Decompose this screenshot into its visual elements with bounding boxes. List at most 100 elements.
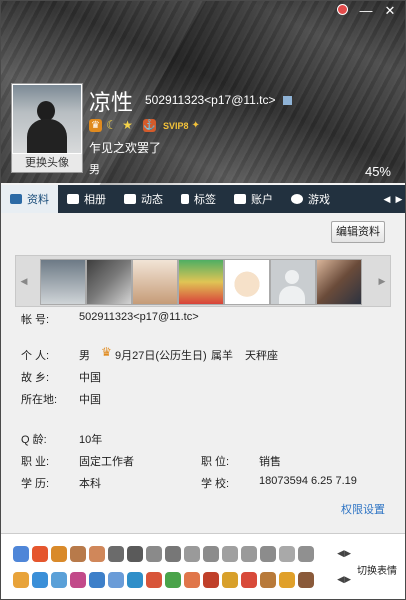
- education-label: 学 历:: [21, 478, 50, 490]
- tab-left-arrow-icon[interactable]: ◀: [381, 185, 393, 213]
- emoji-icon[interactable]: [260, 546, 276, 562]
- photo-right-arrow-icon[interactable]: ▶: [374, 256, 390, 306]
- job-label: 职 业:: [21, 456, 50, 468]
- emoji-icon[interactable]: [146, 546, 162, 562]
- emoji-icon[interactable]: [222, 546, 238, 562]
- photo-thumbnail[interactable]: [40, 259, 86, 305]
- school-label: 学 校:: [201, 478, 230, 490]
- emoji-icon[interactable]: [184, 572, 200, 588]
- profile-window: — ✕ 更换头像 凉性 502911323<p17@11.tc> ♛ ☾ ★ ⚓…: [0, 0, 406, 600]
- emoji-icon[interactable]: [89, 546, 105, 562]
- moon-icon[interactable]: ☾: [105, 119, 118, 132]
- photo-left-arrow-icon[interactable]: ◀: [16, 256, 32, 306]
- emoji-icon[interactable]: [222, 572, 238, 588]
- emoji-icon[interactable]: [127, 572, 143, 588]
- edit-profile-button[interactable]: 编辑资料: [331, 221, 385, 243]
- account-value: 502911323<p17@11.tc>: [79, 311, 199, 323]
- tab-album[interactable]: 相册: [58, 185, 115, 213]
- feed-icon: [124, 194, 136, 204]
- emoji-icon[interactable]: [108, 572, 124, 588]
- emoji-row-arrows: ◀▶: [337, 574, 351, 585]
- star-icon[interactable]: ★: [121, 119, 134, 132]
- photo-strip: ◀ ▶: [15, 255, 391, 307]
- emoji-right-arrow-icon[interactable]: ▶: [344, 548, 351, 558]
- personal-gender: 男: [79, 350, 90, 362]
- emoji-icon[interactable]: [89, 572, 105, 588]
- qage-label: Q 龄:: [21, 434, 47, 446]
- emoji-icon[interactable]: [165, 546, 181, 562]
- emoji-icon[interactable]: [184, 546, 200, 562]
- profile-completion: 45%: [364, 164, 391, 179]
- personal-label: 个 人:: [21, 350, 50, 362]
- permission-settings-link[interactable]: 权限设置: [341, 501, 385, 517]
- emoji-icon[interactable]: [146, 572, 162, 588]
- vip-ship-icon[interactable]: ⚓: [143, 119, 156, 132]
- tab-right-arrow-icon[interactable]: ▶: [393, 185, 405, 213]
- wallet-icon: [234, 194, 246, 204]
- emoji-icon[interactable]: [51, 546, 67, 562]
- skin-icon: [336, 4, 348, 15]
- emoji-icon[interactable]: [279, 546, 295, 562]
- qage-value: 10年: [79, 434, 103, 446]
- emoji-icon[interactable]: [13, 546, 29, 562]
- avatar[interactable]: 更换头像: [11, 83, 83, 173]
- emoji-icon[interactable]: [203, 572, 219, 588]
- svip-level[interactable]: SVIP8: [163, 121, 189, 131]
- tab-account[interactable]: 账户: [225, 185, 282, 213]
- tab-profile[interactable]: 资料: [1, 185, 58, 213]
- profile-card-icon: [10, 194, 22, 204]
- emoji-icon[interactable]: [127, 546, 143, 562]
- photo-thumbnail[interactable]: [316, 259, 362, 305]
- bookmark-icon: [181, 194, 189, 204]
- change-avatar-button[interactable]: 更换头像: [12, 154, 82, 172]
- position-label: 职 位:: [201, 456, 230, 468]
- emoji-right-arrow-icon[interactable]: ▶: [344, 574, 351, 584]
- qr-icon[interactable]: [282, 96, 292, 106]
- tab-tags[interactable]: 标签: [172, 185, 225, 213]
- photo-thumbnail[interactable]: [132, 259, 178, 305]
- crown-icon[interactable]: ♛: [89, 119, 102, 132]
- switch-emoji-button[interactable]: 切换表情: [357, 562, 397, 577]
- profile-content: 编辑资料 ◀ ▶ 帐 号: 502911323<p17@11.tc> 个 人: …: [1, 213, 405, 533]
- photo-thumbnail[interactable]: [224, 259, 270, 305]
- nickname: 凉性: [89, 90, 134, 115]
- signature[interactable]: 乍见之欢罢了: [89, 139, 161, 156]
- emoji-icon[interactable]: [279, 572, 295, 588]
- tab-label: 动态: [141, 194, 163, 206]
- emoji-icon[interactable]: [51, 572, 67, 588]
- position-value: 销售: [259, 456, 281, 468]
- emoji-icon[interactable]: [32, 572, 48, 588]
- job-value: 固定工作者: [79, 456, 134, 468]
- minimize-button[interactable]: —: [355, 3, 377, 19]
- emoji-icon[interactable]: [241, 546, 257, 562]
- hometown-label: 故 乡:: [21, 372, 50, 384]
- close-button[interactable]: ✕: [379, 3, 401, 19]
- photo-placeholder[interactable]: [270, 259, 316, 305]
- tab-games[interactable]: 游戏: [282, 185, 339, 213]
- emoji-icon[interactable]: [70, 572, 86, 588]
- emoji-icon[interactable]: [298, 572, 314, 588]
- plus-icon: ✦: [191, 120, 200, 131]
- emoji-icon[interactable]: [241, 572, 257, 588]
- tab-label: 相册: [84, 194, 106, 206]
- account-number: 502911323<p17@11.tc>: [145, 93, 292, 107]
- emoji-icon[interactable]: [260, 572, 276, 588]
- location-value: 中国: [79, 394, 101, 406]
- emoji-icon[interactable]: [13, 572, 29, 588]
- tab-scroll: ◀ ▶: [381, 185, 405, 213]
- skin-button[interactable]: [331, 3, 353, 19]
- photo-thumbnail[interactable]: [178, 259, 224, 305]
- emoji-icon[interactable]: [298, 546, 314, 562]
- account-number-text: 502911323<p17@11.tc>: [145, 93, 276, 107]
- emoji-icon[interactable]: [32, 546, 48, 562]
- tab-label: 资料: [27, 194, 49, 206]
- emoji-icon[interactable]: [70, 546, 86, 562]
- emoji-icon[interactable]: [203, 546, 219, 562]
- birthday-crown-icon: ♛: [101, 345, 112, 359]
- tab-label: 标签: [194, 194, 216, 206]
- emoji-icon[interactable]: [108, 546, 124, 562]
- photo-thumbnail[interactable]: [86, 259, 132, 305]
- school-value: 18073594 6.25 7.19: [259, 475, 357, 487]
- tab-feed[interactable]: 动态: [115, 185, 172, 213]
- emoji-icon[interactable]: [165, 572, 181, 588]
